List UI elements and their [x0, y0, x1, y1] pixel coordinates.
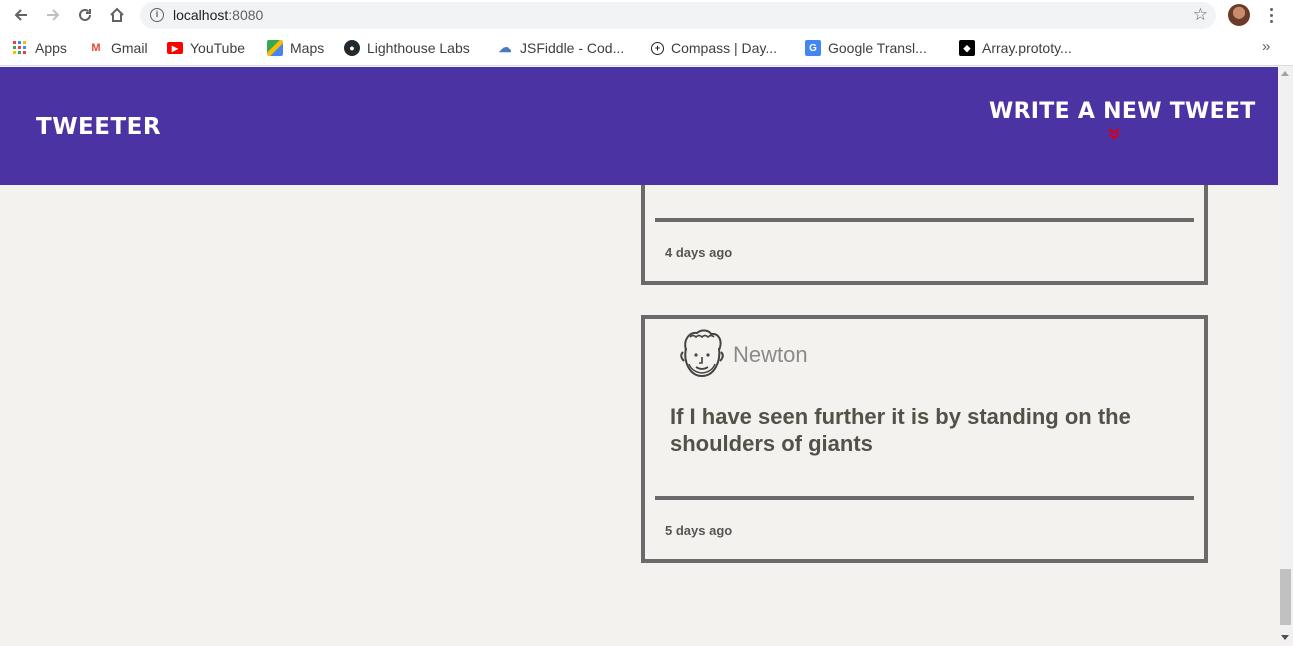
tweet-timestamp: 5 days ago: [665, 523, 733, 538]
bookmark-label: Array.prototy...: [982, 40, 1072, 56]
write-new-tweet-button[interactable]: Write a new tweet: [989, 99, 1256, 124]
page-content: 4 days ago Newton If I have seen further…: [0, 67, 1278, 644]
bookmark-array-prototype[interactable]: ◆ Array.prototy...: [959, 39, 1072, 57]
jsfiddle-icon: ☁: [498, 40, 512, 55]
bookmark-apps[interactable]: Apps: [12, 39, 67, 57]
tweet-divider: [655, 218, 1194, 222]
tweet-card: Newton If I have seen further it is by s…: [641, 315, 1208, 563]
bookmark-compass[interactable]: + Compass | Day...: [651, 39, 777, 57]
bookmark-star-icon[interactable]: ☆: [1193, 5, 1208, 25]
bookmark-label: Lighthouse Labs: [367, 40, 470, 56]
mdn-icon: ◆: [959, 40, 975, 56]
forward-arrow-icon[interactable]: [42, 4, 64, 26]
home-icon[interactable]: [106, 4, 128, 26]
bookmark-youtube[interactable]: ▶ YouTube: [167, 39, 245, 57]
url-port: :8080: [228, 7, 264, 23]
bookmark-gmail[interactable]: M Gmail: [88, 39, 148, 57]
bookmark-google-translate[interactable]: G Google Transl...: [805, 39, 927, 57]
youtube-icon: ▶: [167, 42, 183, 54]
address-bar[interactable]: i localhost:8080 ☆: [140, 2, 1216, 29]
scroll-down-arrow-icon[interactable]: [1281, 635, 1289, 640]
browser-menu-icon[interactable]: [1264, 4, 1278, 26]
bookmark-label: JSFiddle - Cod...: [520, 40, 625, 56]
profile-avatar[interactable]: [1228, 4, 1250, 26]
vertical-scrollbar[interactable]: [1278, 67, 1293, 644]
double-chevron-down-icon[interactable]: [1107, 128, 1121, 140]
google-translate-icon: G: [805, 40, 821, 56]
bookmark-label: Apps: [35, 40, 67, 56]
apps-grid-icon: [12, 40, 28, 56]
bookmarks-overflow-chevron[interactable]: »: [1262, 38, 1270, 55]
user-avatar-icon: [680, 329, 724, 378]
bookmark-label: Maps: [290, 40, 325, 56]
bookmark-maps[interactable]: Maps: [267, 39, 324, 57]
tweet-divider: [655, 496, 1194, 500]
tweet-timestamp: 4 days ago: [665, 245, 733, 260]
bookmark-label: YouTube: [190, 40, 246, 56]
site-logo[interactable]: Tweeter: [36, 114, 161, 140]
back-arrow-icon[interactable]: [10, 4, 32, 26]
reload-icon[interactable]: [74, 4, 96, 26]
browser-toolbar: i localhost:8080 ☆: [0, 0, 1293, 31]
scrollbar-thumb[interactable]: [1280, 569, 1291, 625]
bookmark-lighthouse-labs[interactable]: ● Lighthouse Labs: [344, 39, 470, 57]
bookmark-label: Google Transl...: [828, 40, 927, 56]
scroll-up-arrow-icon[interactable]: [1281, 71, 1289, 76]
maps-icon: [267, 40, 283, 56]
bookmark-jsfiddle[interactable]: ☁ JSFiddle - Cod...: [497, 39, 625, 57]
bookmark-label: Compass | Day...: [671, 40, 778, 56]
tweet-content: If I have seen further it is by standing…: [670, 404, 1131, 456]
github-icon: ●: [344, 40, 360, 56]
url-text: localhost:8080: [173, 7, 263, 23]
url-host: localhost: [173, 7, 229, 23]
info-icon[interactable]: i: [150, 8, 164, 22]
bookmark-label: Gmail: [111, 40, 148, 56]
tweet-user-name: Newton: [733, 342, 808, 367]
compass-icon: +: [651, 41, 664, 55]
bookmarks-bar: Apps M Gmail ▶ YouTube Maps ● Lighthouse…: [0, 31, 1293, 66]
gmail-icon: M: [91, 42, 101, 54]
top-navbar: Tweeter Write a new tweet: [0, 67, 1278, 185]
